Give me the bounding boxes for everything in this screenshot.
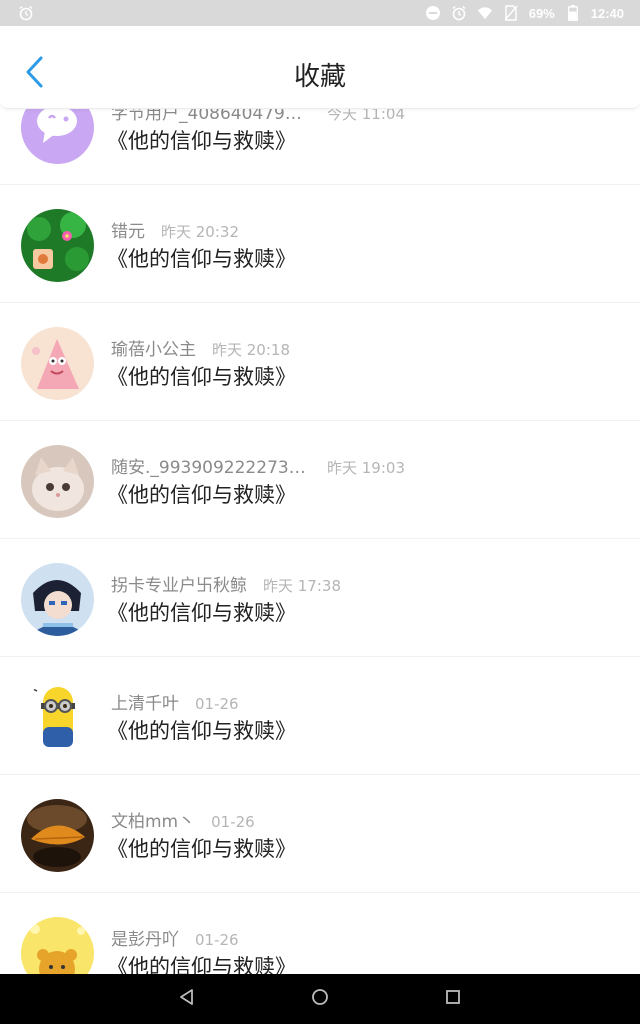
book-title[interactable]: 《他的信仰与救赎》 xyxy=(107,243,296,273)
username[interactable]: 文柏mm丶 xyxy=(111,807,195,832)
nav-back-button[interactable] xyxy=(167,979,207,1019)
list-item[interactable]: 瑜蓓小公主 昨天 20:18 《他的信仰与救赎》 xyxy=(0,303,640,421)
status-bar: 69% 12:40 xyxy=(0,0,640,26)
page-title: 收藏 xyxy=(293,62,346,92)
avatar[interactable] xyxy=(21,563,94,636)
header-bar: 收藏 xyxy=(0,26,640,109)
alarm-icon xyxy=(18,5,34,21)
username[interactable]: 拐卡专业户卐秋鲸 xyxy=(111,571,247,596)
list-item[interactable]: 上清千叶 01-26 《他的信仰与救赎》 xyxy=(0,657,640,775)
book-title[interactable]: 《他的信仰与救赎》 xyxy=(107,597,296,627)
avatar[interactable] xyxy=(21,327,94,400)
book-title[interactable]: 《他的信仰与救赎》 xyxy=(107,361,296,391)
username[interactable]: 是彭丹吖 xyxy=(111,925,179,950)
wifi-icon xyxy=(477,5,493,21)
recents-square-icon xyxy=(444,988,462,1010)
username[interactable]: 错元 xyxy=(111,217,145,242)
list-item[interactable]: 文柏mm丶 01-26 《他的信仰与救赎》 xyxy=(0,775,640,893)
list-item[interactable]: 随安._99390922227316... 昨天 19:03 《他的信仰与救赎》 xyxy=(0,421,640,539)
favorites-list: 字节用户_4086404799... 今天 11:04 《他的信仰与救赎》 错元… xyxy=(0,67,640,1011)
home-circle-icon xyxy=(310,987,330,1011)
nav-home-button[interactable] xyxy=(300,979,340,1019)
avatar[interactable] xyxy=(21,209,94,282)
username[interactable]: 瑜蓓小公主 xyxy=(111,335,196,360)
back-triangle-icon xyxy=(178,988,196,1010)
battery-percent: 69% xyxy=(528,5,555,21)
no-sim-icon xyxy=(503,5,519,21)
battery-icon xyxy=(565,5,581,21)
timestamp: 01-26 xyxy=(195,931,239,949)
list-item[interactable]: 错元 昨天 20:32 《他的信仰与救赎》 xyxy=(0,185,640,303)
avatar[interactable] xyxy=(21,445,94,518)
book-title[interactable]: 《他的信仰与救赎》 xyxy=(107,715,296,745)
alarm-icon xyxy=(451,5,467,21)
nav-recents-button[interactable] xyxy=(433,979,473,1019)
timestamp: 01-26 xyxy=(211,813,255,831)
timestamp: 昨天 17:38 xyxy=(263,577,341,595)
timestamp: 昨天 19:03 xyxy=(327,459,405,477)
book-title[interactable]: 《他的信仰与救赎》 xyxy=(107,833,296,863)
book-title[interactable]: 《他的信仰与救赎》 xyxy=(107,125,296,155)
username[interactable]: 随安._99390922227316... xyxy=(111,453,311,478)
timestamp: 昨天 20:18 xyxy=(212,341,290,359)
username[interactable]: 上清千叶 xyxy=(111,689,179,714)
timestamp: 昨天 20:32 xyxy=(161,223,239,241)
list-item[interactable]: 拐卡专业户卐秋鲸 昨天 17:38 《他的信仰与救赎》 xyxy=(0,539,640,657)
do-not-disturb-icon xyxy=(425,5,441,21)
app-screen: 69% 12:40 字节用户_4086404799... 今天 11:04 《他… xyxy=(0,0,640,1024)
clock-time: 12:40 xyxy=(590,5,624,21)
book-title[interactable]: 《他的信仰与救赎》 xyxy=(107,479,296,509)
system-nav-bar xyxy=(0,974,640,1024)
avatar[interactable] xyxy=(21,681,94,754)
avatar[interactable] xyxy=(21,799,94,872)
timestamp: 01-26 xyxy=(195,695,239,713)
